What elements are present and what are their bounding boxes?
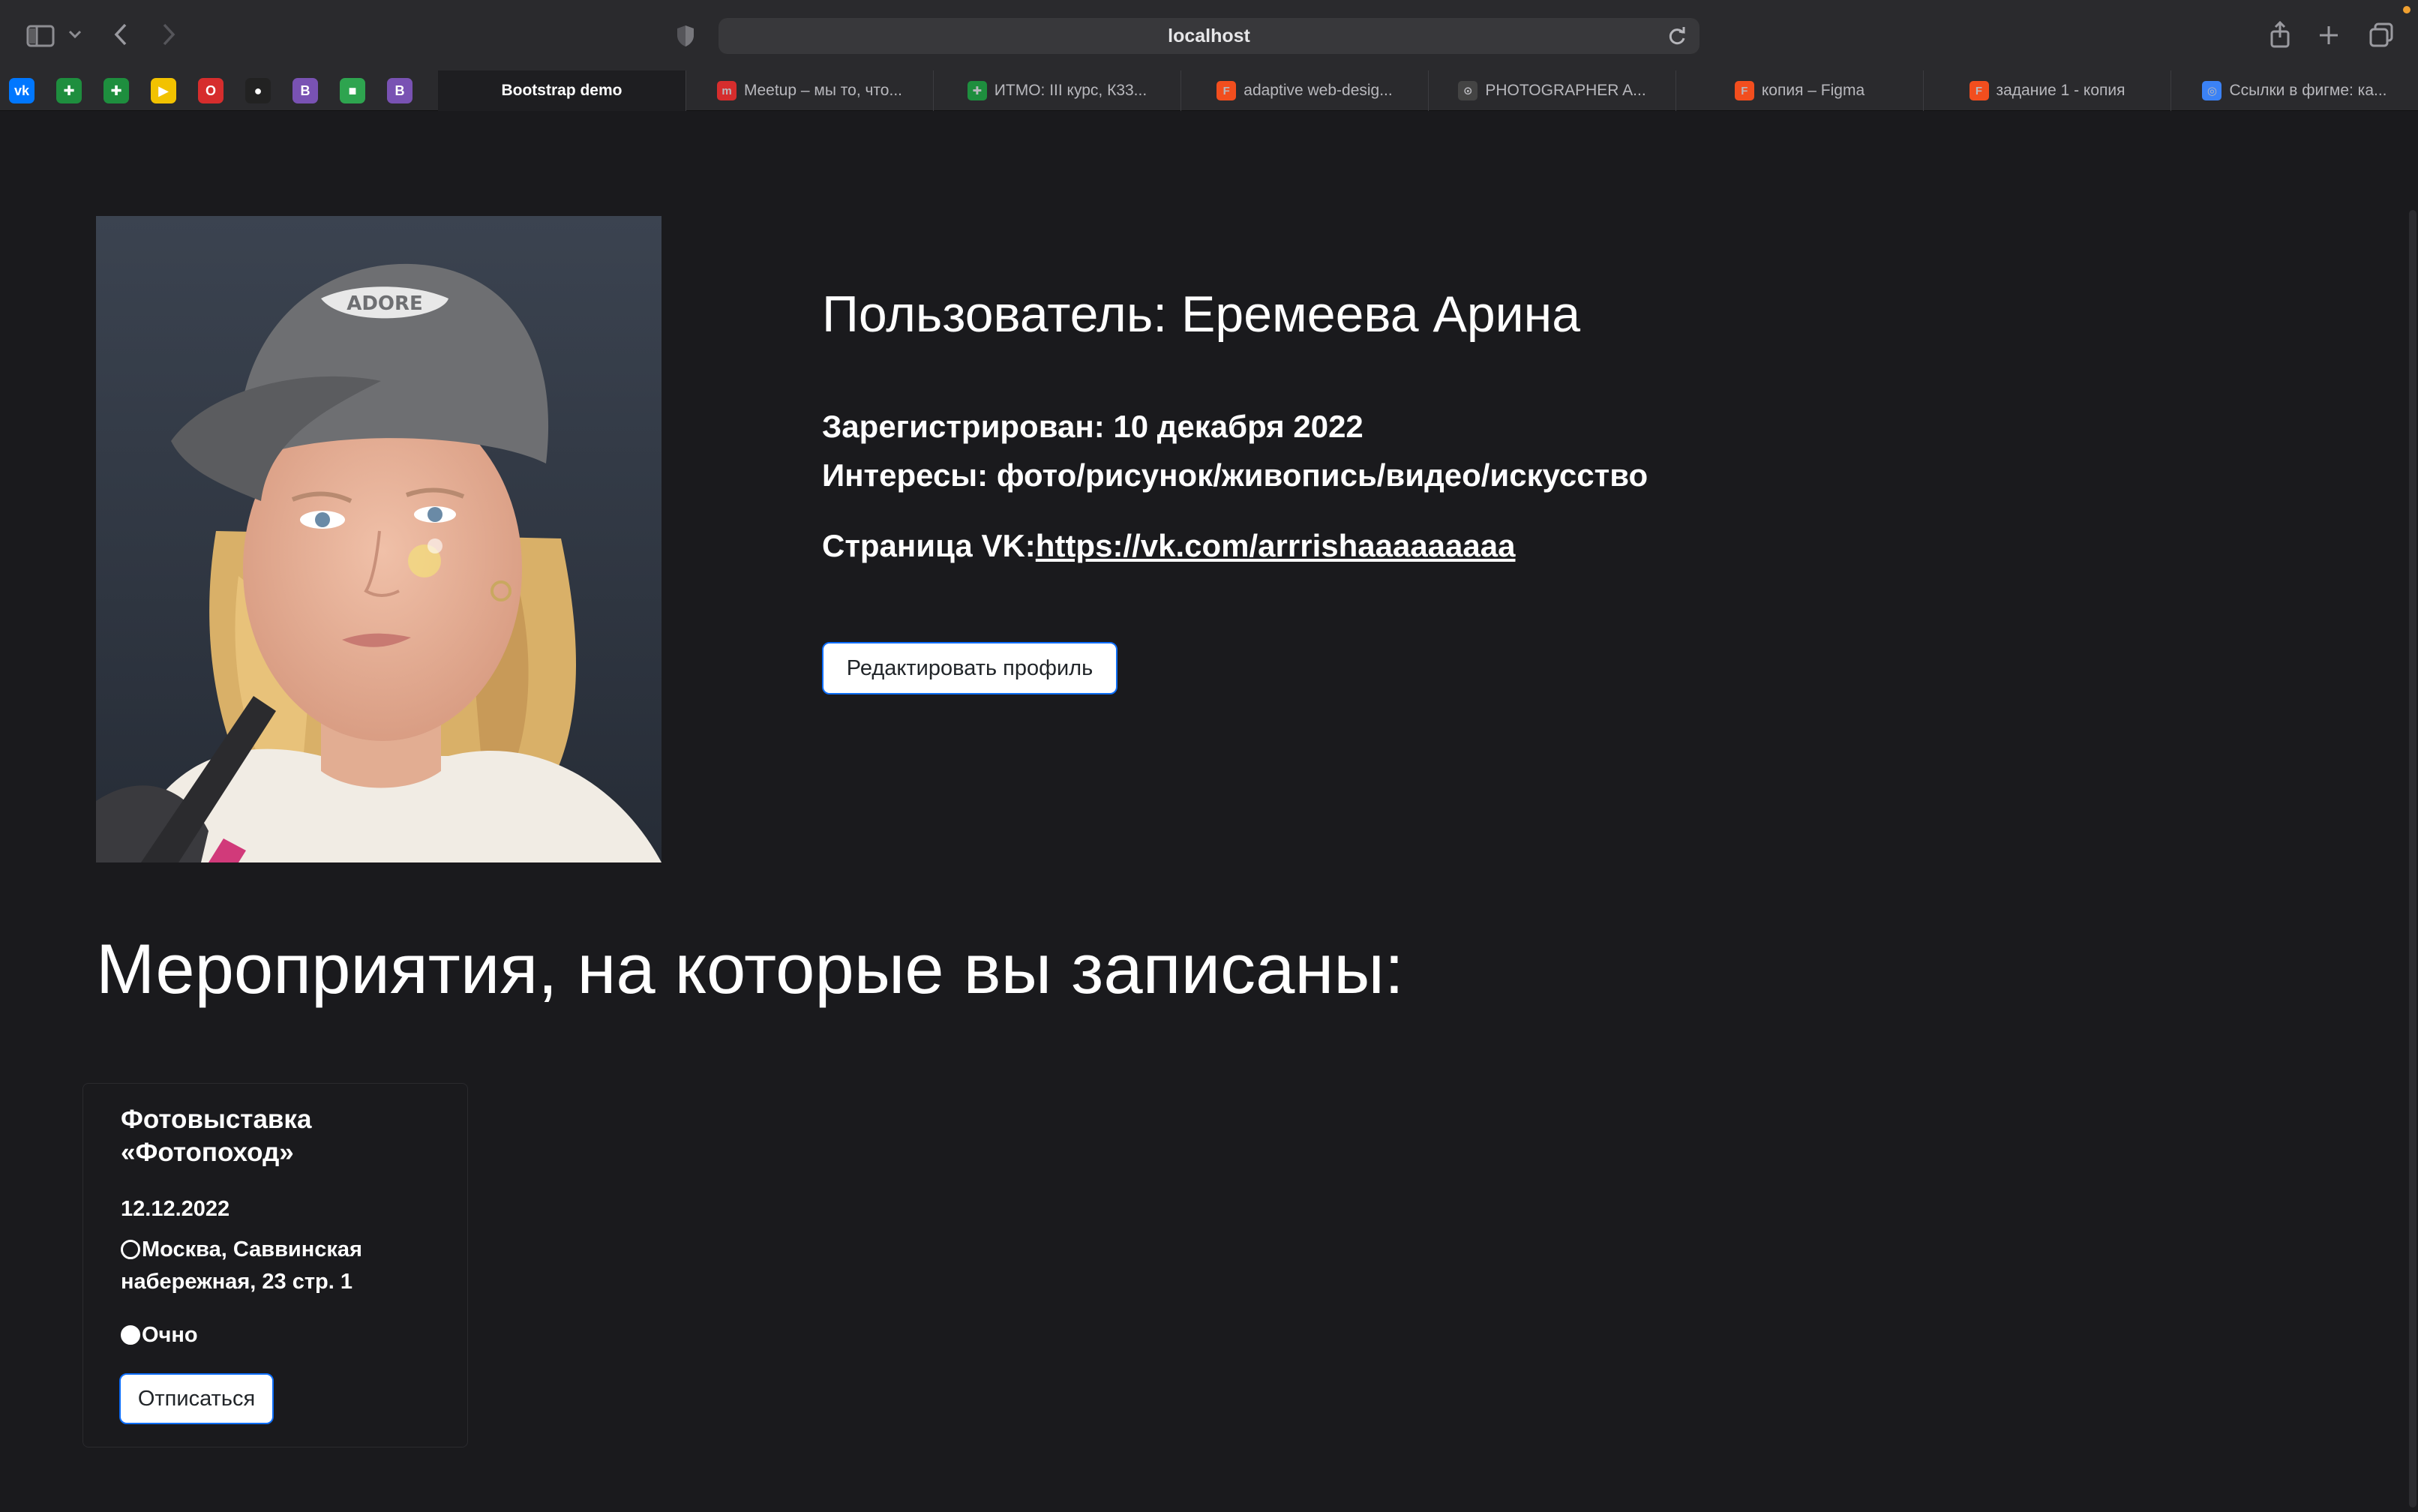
bootstrap-icon[interactable]: B bbox=[292, 78, 318, 104]
youtube-icon[interactable]: ▶ bbox=[151, 78, 176, 104]
sheets-icon[interactable]: ✚ bbox=[56, 78, 82, 104]
favorites-bar: vk ✚ ✚ ▶ O ● B ■ B bbox=[9, 78, 412, 104]
event-address: Москва, Саввинская набережная, 23 стр. 1 bbox=[121, 1234, 362, 1298]
browser-tab[interactable]: m Meetup – мы то, что... bbox=[686, 70, 933, 111]
tab-favicon-icon: F bbox=[1969, 81, 1989, 100]
browser-toolbar: localhost bbox=[0, 0, 2418, 70]
tab-label: задание 1 - копия bbox=[1996, 82, 2126, 99]
edit-profile-button[interactable]: Редактировать профиль bbox=[822, 642, 1118, 694]
browser-tab[interactable]: Bootstrap demo bbox=[438, 70, 686, 111]
browser-tab[interactable]: ✚ ИТМО: III курс, К33... bbox=[933, 70, 1180, 111]
event-card: Фотовыставка «Фотопоход» 12.12.2022 Моск… bbox=[82, 1083, 468, 1448]
profile-photo: ADORE bbox=[96, 216, 662, 862]
tab-overview-icon[interactable] bbox=[2367, 21, 2396, 50]
tab-label: Meetup – мы то, что... bbox=[744, 82, 902, 99]
address-bar[interactable]: localhost bbox=[718, 18, 1700, 54]
github-icon[interactable]: ● bbox=[245, 78, 271, 104]
tab-favicon-icon: ✚ bbox=[967, 81, 987, 100]
tab-label: Ссылки в фигме: ка... bbox=[2229, 82, 2387, 99]
vk-page-line: Страница VK:https://vk.com/arrrishaaaaaa… bbox=[822, 528, 1515, 564]
tab-label: adaptive web-desig... bbox=[1244, 82, 1393, 99]
tab-label: ИТМО: III курс, К33... bbox=[994, 82, 1148, 99]
browser-tab[interactable]: Fкопия – Figma bbox=[1676, 70, 1923, 111]
format-label: Очно bbox=[142, 1323, 198, 1347]
tab-favicon-icon: F bbox=[1216, 81, 1237, 100]
browser-tab[interactable]: ⊙ PHOTOGRAPHER A... bbox=[1428, 70, 1676, 111]
browser-tab[interactable]: Fadaptive web-desig... bbox=[1180, 70, 1428, 111]
tab-label: копия – Figma bbox=[1761, 82, 1865, 99]
event-date: 12.12.2022 bbox=[121, 1197, 230, 1221]
unsubscribe-button[interactable]: Отписаться bbox=[119, 1373, 274, 1424]
tab-favicon-icon: m bbox=[717, 81, 736, 100]
address-url: localhost bbox=[1168, 25, 1250, 46]
bootstrap-icon[interactable]: B bbox=[387, 78, 412, 104]
tab-favicon-icon: ⊙ bbox=[1458, 81, 1478, 100]
sheets-icon[interactable]: ✚ bbox=[104, 78, 129, 104]
address-line-2: набережная, 23 стр. 1 bbox=[121, 1270, 352, 1294]
sidebar-toggle-icon[interactable] bbox=[26, 22, 56, 50]
tab-favicon-icon: F bbox=[1734, 81, 1754, 100]
reload-icon[interactable] bbox=[1665, 24, 1689, 48]
registered-date: Зарегистрирован: 10 декабря 2022 bbox=[822, 409, 1364, 444]
tab-label: PHOTOGRAPHER A... bbox=[1485, 82, 1646, 99]
interests: Интересы: фото/рисунок/живопись/видео/ис… bbox=[822, 458, 1648, 493]
back-icon[interactable] bbox=[110, 21, 132, 48]
address-line-1: Москва, Саввинская bbox=[142, 1238, 362, 1262]
tab-strip: Bootstrap demo m Meetup – мы то, что... ✚ ИТ… bbox=[438, 70, 2418, 111]
forward-icon[interactable] bbox=[158, 21, 180, 48]
event-title: Фотовыставка «Фотопоход» bbox=[121, 1105, 312, 1167]
page-scrollbar[interactable] bbox=[2409, 210, 2416, 1508]
privacy-shield-icon[interactable] bbox=[674, 22, 698, 50]
browser-tab[interactable]: ◎ Ссылки в фигме: ка... bbox=[2170, 70, 2418, 111]
vk-icon[interactable]: vk bbox=[9, 78, 34, 104]
cap-logo-text: ADORE bbox=[346, 292, 423, 315]
vk-label: Страница VK: bbox=[822, 528, 1036, 563]
tab-label: Bootstrap demo bbox=[501, 82, 622, 99]
new-tab-icon[interactable] bbox=[2316, 22, 2342, 48]
notification-dot bbox=[2403, 6, 2410, 14]
tab-favicon-icon: ◎ bbox=[2202, 81, 2222, 100]
green-app-icon[interactable]: ■ bbox=[340, 78, 365, 104]
address-radio-icon[interactable] bbox=[121, 1240, 140, 1259]
vk-link[interactable]: https://vk.com/arrrishaaaaaaaaa bbox=[1036, 528, 1516, 563]
format-radio-icon[interactable] bbox=[121, 1325, 140, 1345]
opera-icon[interactable]: O bbox=[198, 78, 224, 104]
profile-title: Пользователь: Еремеева Арина bbox=[822, 286, 1581, 343]
tab-bar: vk ✚ ✚ ▶ O ● B ■ B Bootstrap demo m Meetup – мы то… bbox=[0, 70, 2418, 111]
share-icon[interactable] bbox=[2266, 20, 2294, 50]
chevron-down-icon[interactable] bbox=[66, 26, 84, 44]
event-format: Очно bbox=[121, 1319, 198, 1352]
events-heading: Мероприятия, на которые вы записаны: bbox=[96, 929, 1404, 1008]
browser-tab[interactable]: Fзадание 1 - копия bbox=[1923, 70, 2170, 111]
